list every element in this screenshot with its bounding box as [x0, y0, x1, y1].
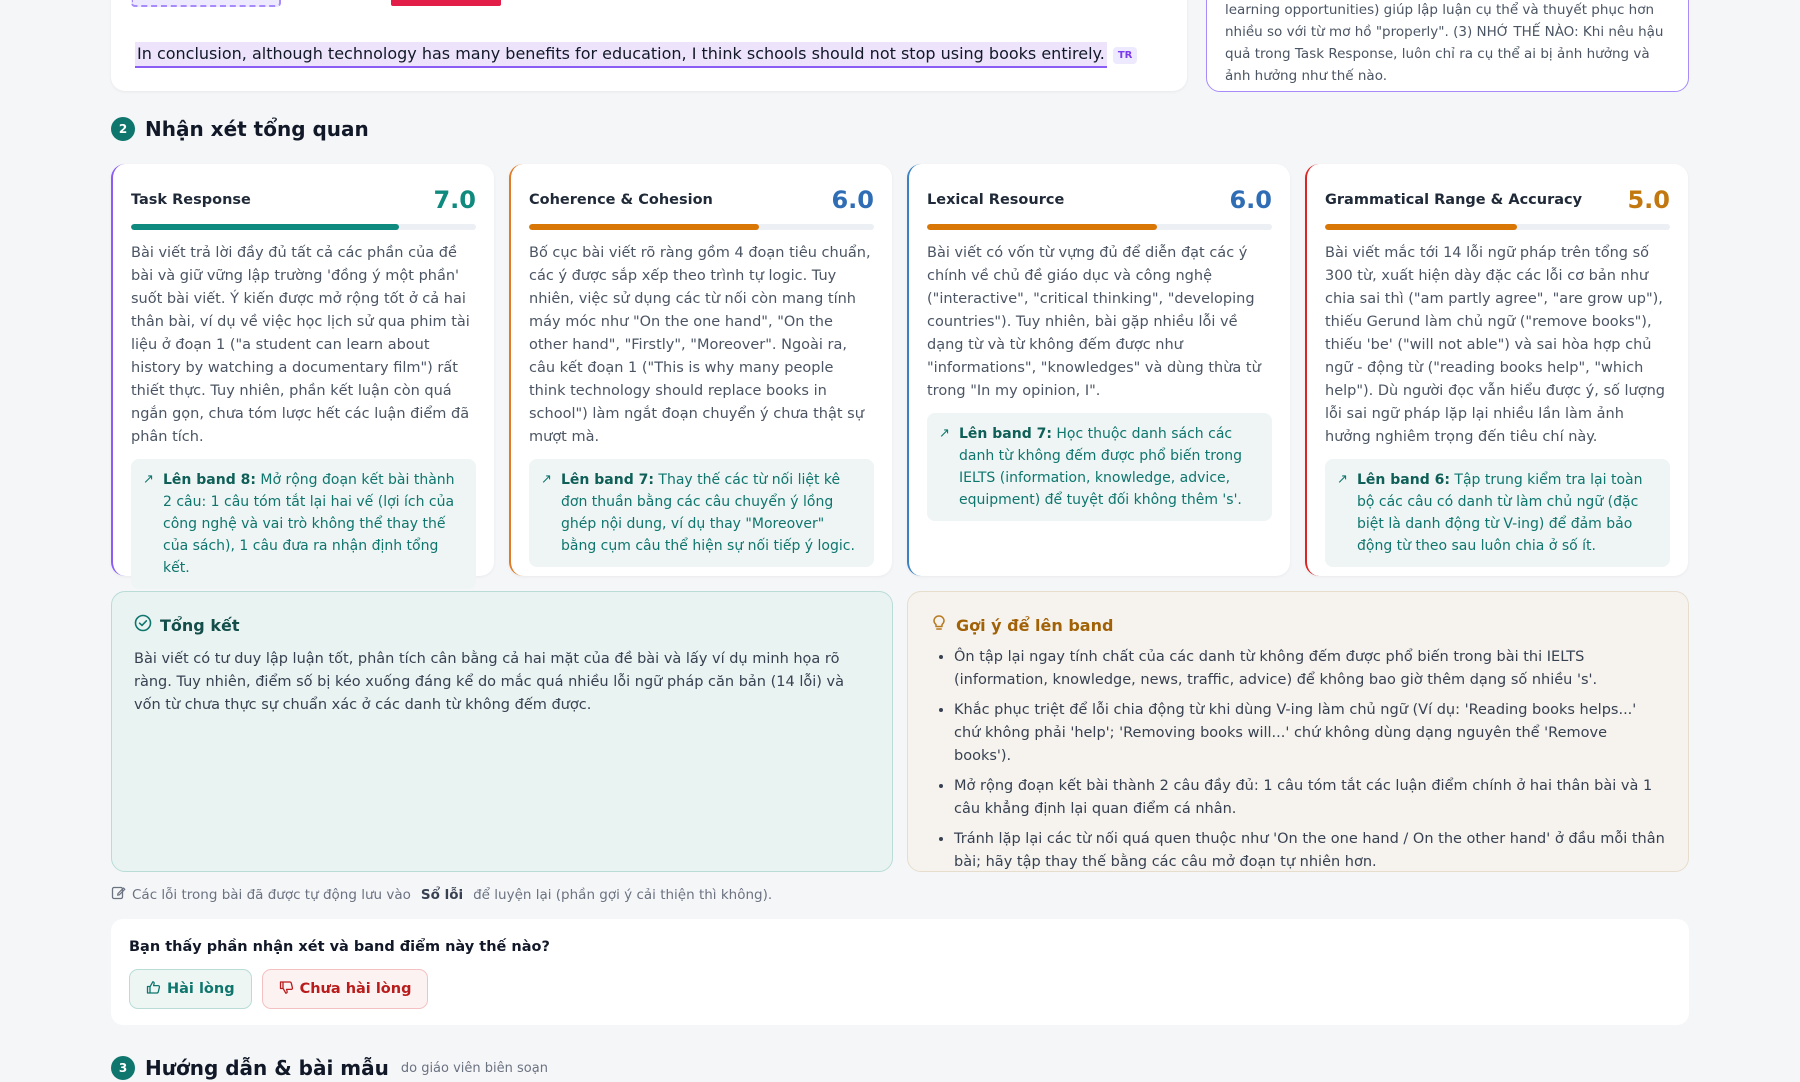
section-number: 3: [111, 1056, 135, 1080]
criterion-card: Task Response 7.0 Bài viết trả lời đầy đủ …: [111, 164, 494, 589]
summary-title: Tổng kết: [160, 615, 240, 635]
satisfied-label: Hài lòng: [167, 981, 235, 997]
error-log-note: Các lỗi trong bài đã được tự động lưu và…: [111, 885, 772, 904]
score-progress-fill: [1325, 224, 1517, 230]
score-progress-fill: [529, 224, 759, 230]
section-subtitle: do giáo viên biên soạn: [400, 1060, 548, 1076]
essay-card: In conclusion, although technology has m…: [111, 0, 1187, 91]
improvement-tip: ↗ Lên band 7: Thay thế các từ nối liệt kê…: [529, 459, 874, 567]
suggestions-list: Ôn tập lại ngay tính chất của các danh t…: [930, 646, 1666, 874]
arrow-up-right-icon: ↗: [1337, 472, 1348, 487]
improvement-label: Lên band 6:: [1357, 472, 1450, 488]
criterion-description: Bài viết có vốn từ vựng đủ để diễn đạt c…: [927, 245, 1261, 399]
criterion-name: Lexical Resource: [927, 192, 1065, 208]
score-progress-fill: [927, 224, 1157, 230]
criterion-score: 5.0: [1627, 186, 1670, 214]
criterion-card: Coherence & Cohesion 6.0 Bố cục bài viết r…: [509, 164, 892, 576]
error-highlight-fragment[interactable]: [391, 0, 501, 6]
criterion-name: Grammatical Range & Accuracy: [1325, 192, 1583, 208]
arrow-up-right-icon: ↗: [541, 472, 552, 487]
feedback-card: Bạn thấy phần nhận xét và band điểm này …: [111, 919, 1689, 1025]
score-progress-bar: [529, 224, 874, 230]
highlight-fragment[interactable]: [131, 0, 281, 7]
thumbs-down-icon: [279, 980, 294, 999]
improvement-tip: ↗ Lên band 7: Học thuộc danh sách các dan…: [927, 413, 1272, 521]
arrow-up-right-icon: ↗: [143, 472, 154, 487]
criterion-card: Lexical Resource 6.0 Bài viết có vốn từ vự…: [907, 164, 1290, 576]
correction-tip-card: learning opportunities) giúp lập luận cụ…: [1206, 0, 1689, 92]
summary-text: Bài viết có tư duy lập luận tốt, phân tí…: [134, 651, 844, 713]
suggestions-box: Gợi ý để lên band Ôn tập lại ngay tính c…: [907, 591, 1689, 872]
error-log-link[interactable]: Sổ lỗi: [421, 887, 463, 903]
edit-note-icon: [111, 885, 126, 904]
suggestion-item: Ôn tập lại ngay tính chất của các danh t…: [954, 646, 1666, 692]
improvement-tip: ↗ Lên band 8: Mở rộng đoạn kết bài thành …: [131, 459, 476, 589]
criterion-name: Coherence & Cohesion: [529, 192, 713, 208]
check-circle-icon: [134, 614, 152, 636]
criterion-score: 6.0: [1229, 186, 1272, 214]
suggestion-item: Tránh lặp lại các từ nối quá quen thuộc …: [954, 828, 1666, 874]
tip-text: learning opportunities) giúp lập luận cụ…: [1225, 2, 1664, 84]
section-title: Nhận xét tổng quan: [145, 117, 369, 141]
feedback-question: Bạn thấy phần nhận xét và band điểm này …: [129, 939, 550, 955]
criterion-description: Bài viết trả lời đầy đủ tất cả các phần …: [131, 245, 470, 445]
criterion-score: 6.0: [831, 186, 874, 214]
thumbs-up-icon: [146, 980, 161, 999]
criterion-card: Grammatical Range & Accuracy 5.0 Bài viết …: [1305, 164, 1688, 576]
improvement-tip: ↗ Lên band 6: Tập trung kiểm tra lại toàn…: [1325, 459, 1670, 567]
essay-conclusion-line: In conclusion, although technology has m…: [135, 42, 1138, 68]
task-response-tag[interactable]: TR: [1112, 46, 1138, 64]
score-progress-bar: [1325, 224, 1670, 230]
improvement-label: Lên band 8:: [163, 472, 256, 488]
score-progress-bar: [131, 224, 476, 230]
not-satisfied-label: Chưa hài lòng: [299, 981, 412, 997]
summary-box: Tổng kết Bài viết có tư duy lập luận tốt…: [111, 591, 893, 872]
improvement-label: Lên band 7:: [959, 426, 1052, 442]
score-progress-fill: [131, 224, 400, 230]
highlighted-sentence[interactable]: In conclusion, although technology has m…: [135, 42, 1107, 68]
section-title: Hướng dẫn & bài mẫu: [145, 1056, 389, 1080]
score-progress-bar: [927, 224, 1272, 230]
note-text-before: Các lỗi trong bài đã được tự động lưu và…: [132, 886, 411, 903]
criterion-description: Bố cục bài viết rõ ràng gồm 4 đoạn tiêu …: [529, 245, 871, 445]
section-number: 2: [111, 117, 135, 141]
suggestions-title: Gợi ý để lên band: [956, 615, 1114, 635]
criterion-name: Task Response: [131, 192, 251, 208]
suggestion-item: Mở rộng đoạn kết bài thành 2 câu đầy đủ:…: [954, 775, 1666, 821]
section-heading-guide: 3 Hướng dẫn & bài mẫu do giáo viên biên …: [111, 1056, 548, 1080]
satisfied-button[interactable]: Hài lòng: [129, 969, 252, 1009]
section-heading-overview: 2 Nhận xét tổng quan: [111, 117, 369, 141]
criterion-score: 7.0: [433, 186, 476, 214]
improvement-label: Lên band 7:: [561, 472, 654, 488]
not-satisfied-button[interactable]: Chưa hài lòng: [261, 969, 429, 1009]
arrow-up-right-icon: ↗: [939, 426, 950, 441]
criterion-description: Bài viết mắc tới 14 lỗi ngữ pháp trên tổ…: [1325, 245, 1665, 445]
suggestion-item: Khắc phục triệt để lỗi chia động từ khi …: [954, 699, 1666, 768]
note-text-after: để luyện lại (phần gợi ý cải thiện thì k…: [473, 886, 773, 903]
lightbulb-icon: [930, 614, 948, 636]
